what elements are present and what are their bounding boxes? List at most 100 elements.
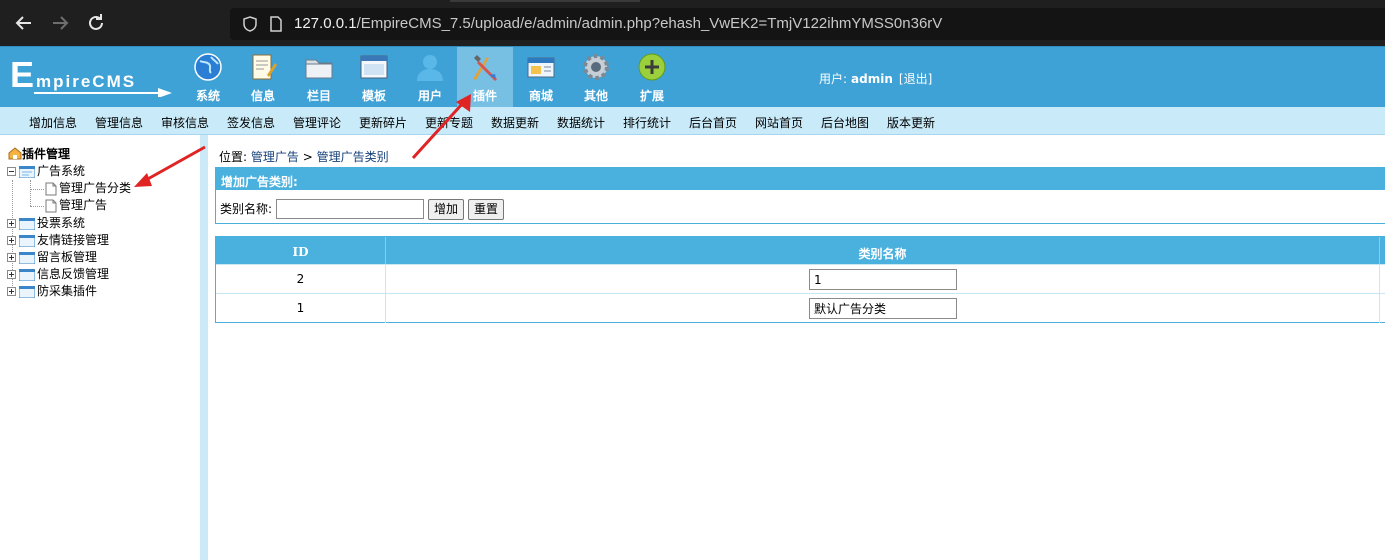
sidebar-title-text: 插件管理 [22, 147, 71, 161]
quick-link-update-fragments[interactable]: 更新碎片 [359, 114, 407, 131]
quick-link-data-update[interactable]: 数据更新 [491, 114, 539, 131]
folder-icon [19, 268, 35, 281]
table-row: 1 [216, 293, 1385, 323]
menu-label: 模板 [361, 89, 386, 103]
user-label: 用户: [819, 72, 848, 86]
quick-link-review-info[interactable]: 审核信息 [161, 114, 209, 131]
header-category-name: 类别名称 [858, 247, 907, 261]
quick-link-manage-comments[interactable]: 管理评论 [293, 114, 341, 131]
empirecms-logo: E mpireCMS [8, 54, 176, 98]
menu-extend[interactable]: 扩展 [624, 47, 680, 108]
tree-node-feedback[interactable]: 信息反馈管理 [7, 266, 109, 283]
menu-label: 信息 [250, 89, 275, 103]
header-id: ID [292, 245, 309, 259]
cell-id: 2 [296, 272, 305, 286]
tree-line [30, 180, 31, 206]
app-header: E mpireCMS 系统 信息 栏目 模板 用户 插件 商城 其他 扩展 用户… [0, 46, 1385, 108]
tree-node-label: 防采集插件 [37, 284, 98, 298]
quick-link-rank-stats[interactable]: 排行统计 [623, 114, 671, 131]
tree-line [30, 206, 44, 207]
tree-node-manage-ad[interactable]: 管理广告 [45, 197, 107, 214]
category-name-field[interactable] [809, 269, 957, 290]
url-path: /EmpireCMS_7.5/upload/e/admin/admin.php?… [356, 15, 943, 32]
quick-link-data-stats[interactable]: 数据统计 [557, 114, 605, 131]
breadcrumb-prefix: 位置: [219, 150, 248, 164]
home-icon [8, 147, 22, 160]
gear-icon [583, 54, 609, 80]
tree-node-label: 友情链接管理 [37, 233, 110, 247]
quick-link-update-topics[interactable]: 更新专题 [425, 114, 473, 131]
reset-button[interactable]: 重置 [468, 199, 505, 220]
breadcrumb-link-manage-ad[interactable]: 管理广告 [251, 150, 299, 164]
shield-icon[interactable] [242, 16, 258, 32]
svg-text:E: E [10, 57, 34, 95]
menu-info[interactable]: 信息 [235, 47, 291, 108]
table-header: ID 类别名称 [216, 237, 1385, 264]
menu-system[interactable]: 系统 [180, 47, 236, 108]
tree-node-guestbook[interactable]: 留言板管理 [7, 249, 97, 266]
add-button[interactable]: 增加 [428, 199, 465, 220]
quick-link-site-home[interactable]: 网站首页 [755, 114, 803, 131]
tree-node-anti-scrape[interactable]: 防采集插件 [7, 283, 97, 300]
tree-node-ad-system[interactable]: 广告系统 [7, 163, 85, 180]
quick-link-sign-info[interactable]: 签发信息 [227, 114, 275, 131]
address-bar[interactable]: 127.0.0.1/EmpireCMS_7.5/upload/e/admin/a… [230, 8, 1385, 40]
reload-icon[interactable] [84, 11, 108, 35]
menu-label: 商城 [528, 89, 553, 103]
sidebar-title: 插件管理 [8, 145, 70, 162]
column-divider [1379, 265, 1380, 294]
quick-link-admin-home[interactable]: 后台首页 [689, 114, 737, 131]
globe-icon [194, 53, 222, 81]
username: admin [851, 72, 893, 86]
tree-node-friend-links[interactable]: 友情链接管理 [7, 232, 109, 249]
sidebar: 插件管理 广告系统 管理广告分类 管理广告 投票系统 友情链接管理 留言板管理 … [0, 135, 202, 560]
page-info-icon[interactable] [268, 16, 284, 32]
tree-node-vote-system[interactable]: 投票系统 [7, 215, 85, 232]
expand-icon[interactable] [7, 253, 16, 262]
forward-arrow-icon[interactable] [48, 11, 72, 35]
menu-plugin[interactable]: 插件 [457, 47, 513, 108]
quick-link-version-update[interactable]: 版本更新 [887, 114, 935, 131]
url-host: 127.0.0.1 [294, 15, 357, 32]
user-icon [417, 55, 443, 81]
category-name-input[interactable] [276, 199, 424, 219]
folder-icon [19, 217, 35, 230]
table-row: 2 [216, 264, 1385, 294]
add-category-panel: 增加广告类别: 类别名称: 增加 重置 [215, 167, 1385, 224]
url-text[interactable]: 127.0.0.1/EmpireCMS_7.5/upload/e/admin/a… [294, 15, 942, 32]
sidebar-splitter[interactable] [200, 135, 208, 560]
menu-shop[interactable]: 商城 [513, 47, 569, 108]
tree-node-label: 留言板管理 [37, 250, 98, 264]
menu-other[interactable]: 其他 [568, 47, 624, 108]
menu-user[interactable]: 用户 [402, 47, 458, 108]
breadcrumb-separator: > [302, 150, 313, 164]
quick-link-manage-info[interactable]: 管理信息 [95, 114, 143, 131]
logout-link[interactable]: [退出] [899, 72, 932, 86]
collapse-icon[interactable] [7, 167, 16, 176]
category-name-field[interactable] [809, 298, 957, 319]
expand-icon[interactable] [7, 287, 16, 296]
quick-link-add-info[interactable]: 增加信息 [29, 114, 77, 131]
expand-icon[interactable] [7, 219, 16, 228]
page-icon [45, 182, 57, 195]
column-divider [385, 265, 386, 294]
menu-label: 栏目 [306, 89, 331, 103]
menu-column[interactable]: 栏目 [291, 47, 347, 108]
tree-line [30, 189, 44, 190]
breadcrumb-link-manage-ad-category[interactable]: 管理广告类别 [317, 150, 389, 164]
cell-id: 1 [296, 301, 305, 315]
store-card-icon [527, 57, 555, 78]
folder-icon [19, 251, 35, 264]
back-arrow-icon[interactable] [12, 11, 36, 35]
menu-label: 插件 [472, 89, 497, 103]
folder-open-icon [19, 165, 35, 178]
tree-node-manage-ad-category[interactable]: 管理广告分类 [45, 180, 131, 197]
folder-icon [305, 59, 333, 79]
expand-icon[interactable] [7, 270, 16, 279]
folder-icon [19, 234, 35, 247]
expand-icon[interactable] [7, 236, 16, 245]
column-divider [385, 294, 386, 323]
menu-template[interactable]: 模板 [346, 47, 402, 108]
quick-link-admin-map[interactable]: 后台地图 [821, 114, 869, 131]
column-divider [1379, 294, 1380, 323]
